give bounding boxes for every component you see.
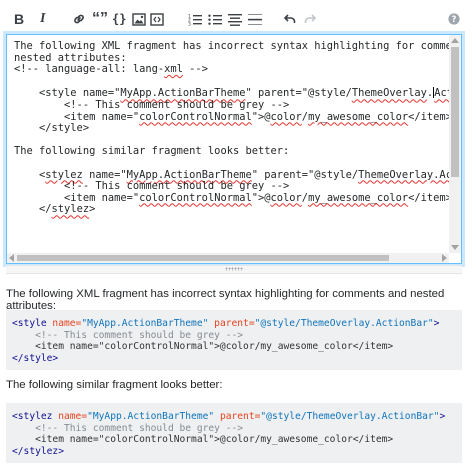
code-line: <item name="colorControlNormal">@color/m… (12, 341, 394, 352)
bold-button[interactable]: B (14, 10, 24, 28)
redo-button[interactable] (304, 10, 316, 28)
preview-paragraph: The following similar fragment looks bet… (6, 379, 223, 391)
heading-icon (228, 13, 242, 26)
editor-line: <item name="colorControlNormal">@color/m… (14, 110, 452, 123)
code-line: <stylez name="MyApp.ActionBarTheme" pare… (12, 411, 446, 422)
italic-button[interactable]: I (40, 10, 45, 28)
vertical-scrollbar[interactable] (449, 35, 461, 253)
bulleted-list-icon (208, 14, 222, 25)
image-icon (132, 12, 146, 26)
code-line: </stylez> (12, 445, 64, 457)
heading-button[interactable] (228, 10, 242, 28)
blockquote-button[interactable]: “” (92, 10, 108, 28)
code-icon: {} (112, 12, 127, 26)
preview-paragraph: The following XML fragment has incorrect… (6, 288, 445, 312)
horizontal-scrollbar[interactable] (7, 253, 449, 263)
editor-line: </stylez> (14, 203, 96, 216)
horizontal-rule-button[interactable] (248, 10, 262, 28)
snippet-button[interactable] (150, 10, 164, 28)
editor-line: <style name="MyApp.ActionBarTheme" paren… (14, 87, 461, 100)
grip-dots-icon (225, 267, 243, 271)
redo-icon (304, 14, 316, 23)
image-button[interactable] (132, 10, 146, 28)
editor-line: The following similar fragment looks bet… (14, 145, 290, 158)
editor-line: <stylez name="MyApp.ActionBarTheme" pare… (14, 168, 461, 181)
undo-button[interactable] (284, 10, 296, 28)
quote-icon: “” (92, 10, 108, 27)
help-button[interactable]: ? (448, 10, 460, 28)
markdown-editor[interactable]: The following XML fragment has incorrect… (6, 34, 462, 264)
editor-line: nested attributes: (14, 51, 127, 64)
editor-toolbar: B I “” {} 123 ? (6, 4, 468, 34)
scroll-left-arrow-icon[interactable] (9, 254, 14, 262)
editor-line: <item name="colorControlNormal">@color/m… (14, 191, 452, 204)
ordered-list-button[interactable]: 123 (188, 10, 202, 28)
horizontal-scroll-thumb[interactable] (17, 255, 389, 261)
code-button[interactable]: {} (112, 10, 126, 28)
link-icon (74, 14, 84, 24)
preview-code-block: <style name="MyApp.ActionBarTheme" paren… (6, 310, 462, 370)
editor-resize-grip[interactable] (6, 265, 462, 274)
editor-line: </style> (14, 122, 90, 135)
editor-line: <!-- This comment should be grey --> (14, 98, 290, 111)
editor-line: The following XML fragment has incorrect… (14, 40, 462, 52)
undo-icon (284, 14, 296, 23)
vertical-scroll-thumb[interactable] (451, 47, 459, 177)
svg-text:?: ? (452, 15, 457, 25)
code-line: <!-- This comment should be grey --> (12, 422, 244, 434)
bulleted-list-button[interactable] (208, 10, 222, 28)
preview-code-block: <stylez name="MyApp.ActionBarTheme" pare… (6, 403, 462, 463)
editor-line: <!-- This comment should be grey --> (14, 180, 290, 193)
snippet-icon (150, 12, 164, 26)
code-line: <!-- This comment should be grey --> (12, 329, 244, 341)
editor-textarea[interactable]: The following XML fragment has incorrect… (14, 40, 461, 216)
scroll-up-arrow-icon[interactable] (451, 38, 459, 43)
svg-text:3: 3 (188, 21, 191, 26)
code-line: </style> (12, 352, 59, 364)
scroll-right-arrow-icon[interactable] (442, 254, 447, 262)
code-line: <style name="MyApp.ActionBarTheme" paren… (12, 318, 440, 329)
help-icon: ? (448, 13, 460, 25)
editor-line: <!-- language-all: lang-xml --> (14, 63, 208, 76)
horizontal-rule-icon (248, 13, 262, 25)
link-button[interactable] (72, 10, 86, 28)
ordered-list-icon: 123 (188, 13, 202, 26)
scroll-down-arrow-icon[interactable] (451, 245, 459, 250)
code-line: <item name="colorControlNormal">@color/m… (12, 434, 394, 445)
